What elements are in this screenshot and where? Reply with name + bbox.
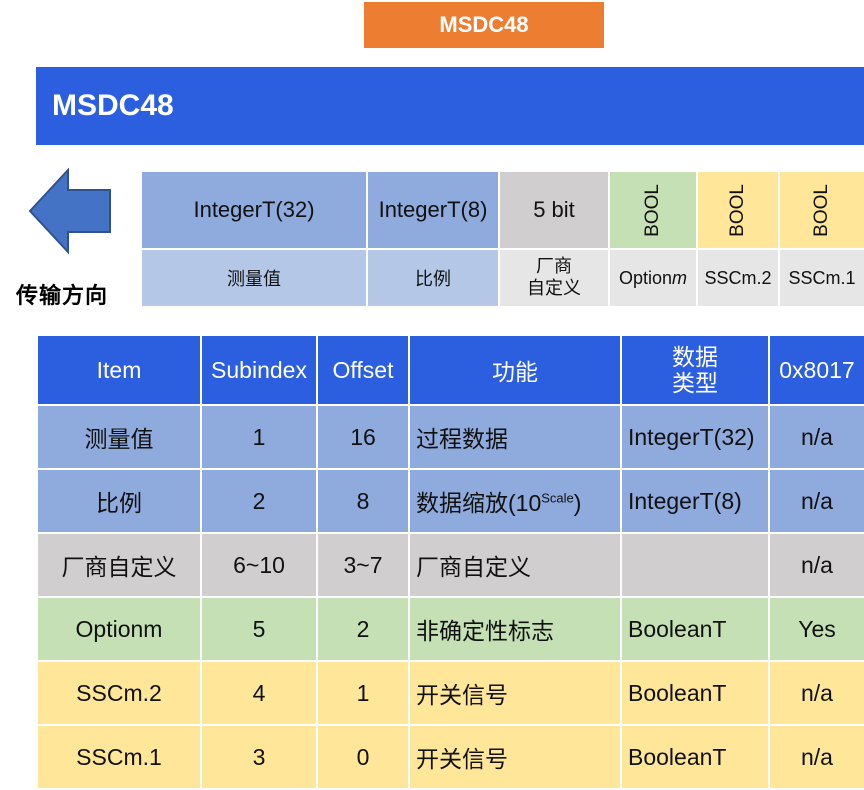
cell-offset: 1 bbox=[316, 660, 410, 726]
frame-scale-label: 比例 bbox=[368, 250, 498, 306]
header-subindex: Subindex bbox=[200, 334, 318, 406]
cell-subindex: 5 bbox=[200, 596, 318, 662]
cell-type: IntegerT(32) bbox=[620, 404, 770, 470]
cell-offset: 2 bbox=[316, 596, 410, 662]
cell-type bbox=[620, 532, 770, 598]
cell-code: n/a bbox=[768, 404, 864, 470]
frame-vendor-label-line2: 自定义 bbox=[527, 278, 581, 299]
header-function: 功能 bbox=[408, 334, 622, 406]
object-spec-table: Item Subindex Offset 功能 数据 类型 0x8017 测量值… bbox=[36, 334, 864, 790]
cell-code: n/a bbox=[768, 468, 864, 534]
header-data-type-line2: 类型 bbox=[672, 370, 718, 396]
cell-item: Optionm bbox=[36, 596, 202, 662]
cell-function-text: 数据缩放(10 bbox=[416, 490, 542, 516]
header-data-type-line1: 数据 bbox=[672, 344, 718, 370]
cell-item: SSCm.2 bbox=[36, 660, 202, 726]
cell-function: 厂商自定义 bbox=[408, 532, 622, 598]
header-item: Item bbox=[36, 334, 202, 406]
frame-sscm2-label: SSCm.2 bbox=[698, 250, 778, 306]
frame-sscm2-type: BOOL bbox=[698, 172, 778, 248]
cell-type: BooleanT bbox=[620, 596, 770, 662]
cell-code: Yes bbox=[768, 596, 864, 662]
cell-code: n/a bbox=[768, 660, 864, 726]
cell-function: 数据缩放(10Scale) bbox=[408, 468, 622, 534]
cell-offset: 3~7 bbox=[316, 532, 410, 598]
cell-function: 开关信号 bbox=[408, 724, 622, 790]
cell-subindex: 6~10 bbox=[200, 532, 318, 598]
cell-function-tail: ) bbox=[573, 490, 582, 516]
frame-optionm-bool: BOOL bbox=[642, 183, 663, 237]
frame-vendor-label-line1: 厂商 bbox=[536, 256, 572, 277]
frame-scale-type: IntegerT(8) bbox=[368, 172, 498, 248]
cell-subindex: 1 bbox=[200, 404, 318, 470]
cell-item: 测量值 bbox=[36, 404, 202, 470]
cell-offset: 0 bbox=[316, 724, 410, 790]
table-row: 测量值 1 16 过程数据 IntegerT(32) n/a bbox=[36, 404, 864, 470]
frame-measured-label: 测量值 bbox=[142, 250, 366, 306]
cell-subindex: 4 bbox=[200, 660, 318, 726]
cell-type: BooleanT bbox=[620, 660, 770, 726]
header-code: 0x8017 bbox=[768, 334, 864, 406]
left-arrow-icon bbox=[28, 167, 111, 255]
frame-vendor-type: 5 bit bbox=[500, 172, 608, 248]
cell-item: 厂商自定义 bbox=[36, 532, 202, 598]
table-row: 厂商自定义 6~10 3~7 厂商自定义 n/a bbox=[36, 532, 864, 598]
frame-sscm1-type: BOOL bbox=[780, 172, 864, 248]
header-data-type: 数据 类型 bbox=[620, 334, 770, 406]
cell-function: 过程数据 bbox=[408, 404, 622, 470]
cell-type: BooleanT bbox=[620, 724, 770, 790]
cell-subindex: 3 bbox=[200, 724, 318, 790]
cell-item: SSCm.1 bbox=[36, 724, 202, 790]
cell-function: 非确定性标志 bbox=[408, 596, 622, 662]
cell-subindex: 2 bbox=[200, 468, 318, 534]
frame-optionm-label-prefix: Option bbox=[618, 267, 673, 288]
cell-offset: 16 bbox=[316, 404, 410, 470]
cell-type: IntegerT(8) bbox=[620, 468, 770, 534]
table-row: SSCm.1 3 0 开关信号 BooleanT n/a bbox=[36, 724, 864, 790]
table-header-row: Item Subindex Offset 功能 数据 类型 0x8017 bbox=[36, 334, 864, 406]
frame-optionm-label-suffix: m bbox=[672, 267, 688, 288]
cell-offset: 8 bbox=[316, 468, 410, 534]
frame-vendor-label: 厂商 自定义 bbox=[500, 250, 608, 306]
cell-code: n/a bbox=[768, 532, 864, 598]
cell-item: 比例 bbox=[36, 468, 202, 534]
cell-function: 开关信号 bbox=[408, 660, 622, 726]
table-row: SSCm.2 4 1 开关信号 BooleanT n/a bbox=[36, 660, 864, 726]
frame-optionm-label: Option m bbox=[610, 250, 696, 306]
table-row: Optionm 5 2 非确定性标志 BooleanT Yes bbox=[36, 596, 864, 662]
table-row: 比例 2 8 数据缩放(10Scale) IntegerT(8) n/a bbox=[36, 468, 864, 534]
cell-code: n/a bbox=[768, 724, 864, 790]
cell-function-sup: Scale bbox=[541, 490, 574, 506]
frame-optionm-type: BOOL bbox=[610, 172, 696, 248]
frame-sscm1-label: SSCm.1 bbox=[780, 250, 864, 306]
frame-sscm2-bool: BOOL bbox=[727, 183, 748, 237]
direction-label: 传输方向 bbox=[16, 283, 109, 309]
banner-title: MSDC48 bbox=[36, 67, 864, 145]
header-offset: Offset bbox=[316, 334, 410, 406]
top-title-tag: MSDC48 bbox=[364, 2, 604, 48]
frame-measured-type: IntegerT(32) bbox=[142, 172, 366, 248]
frame-sscm1-bool: BOOL bbox=[811, 183, 832, 237]
